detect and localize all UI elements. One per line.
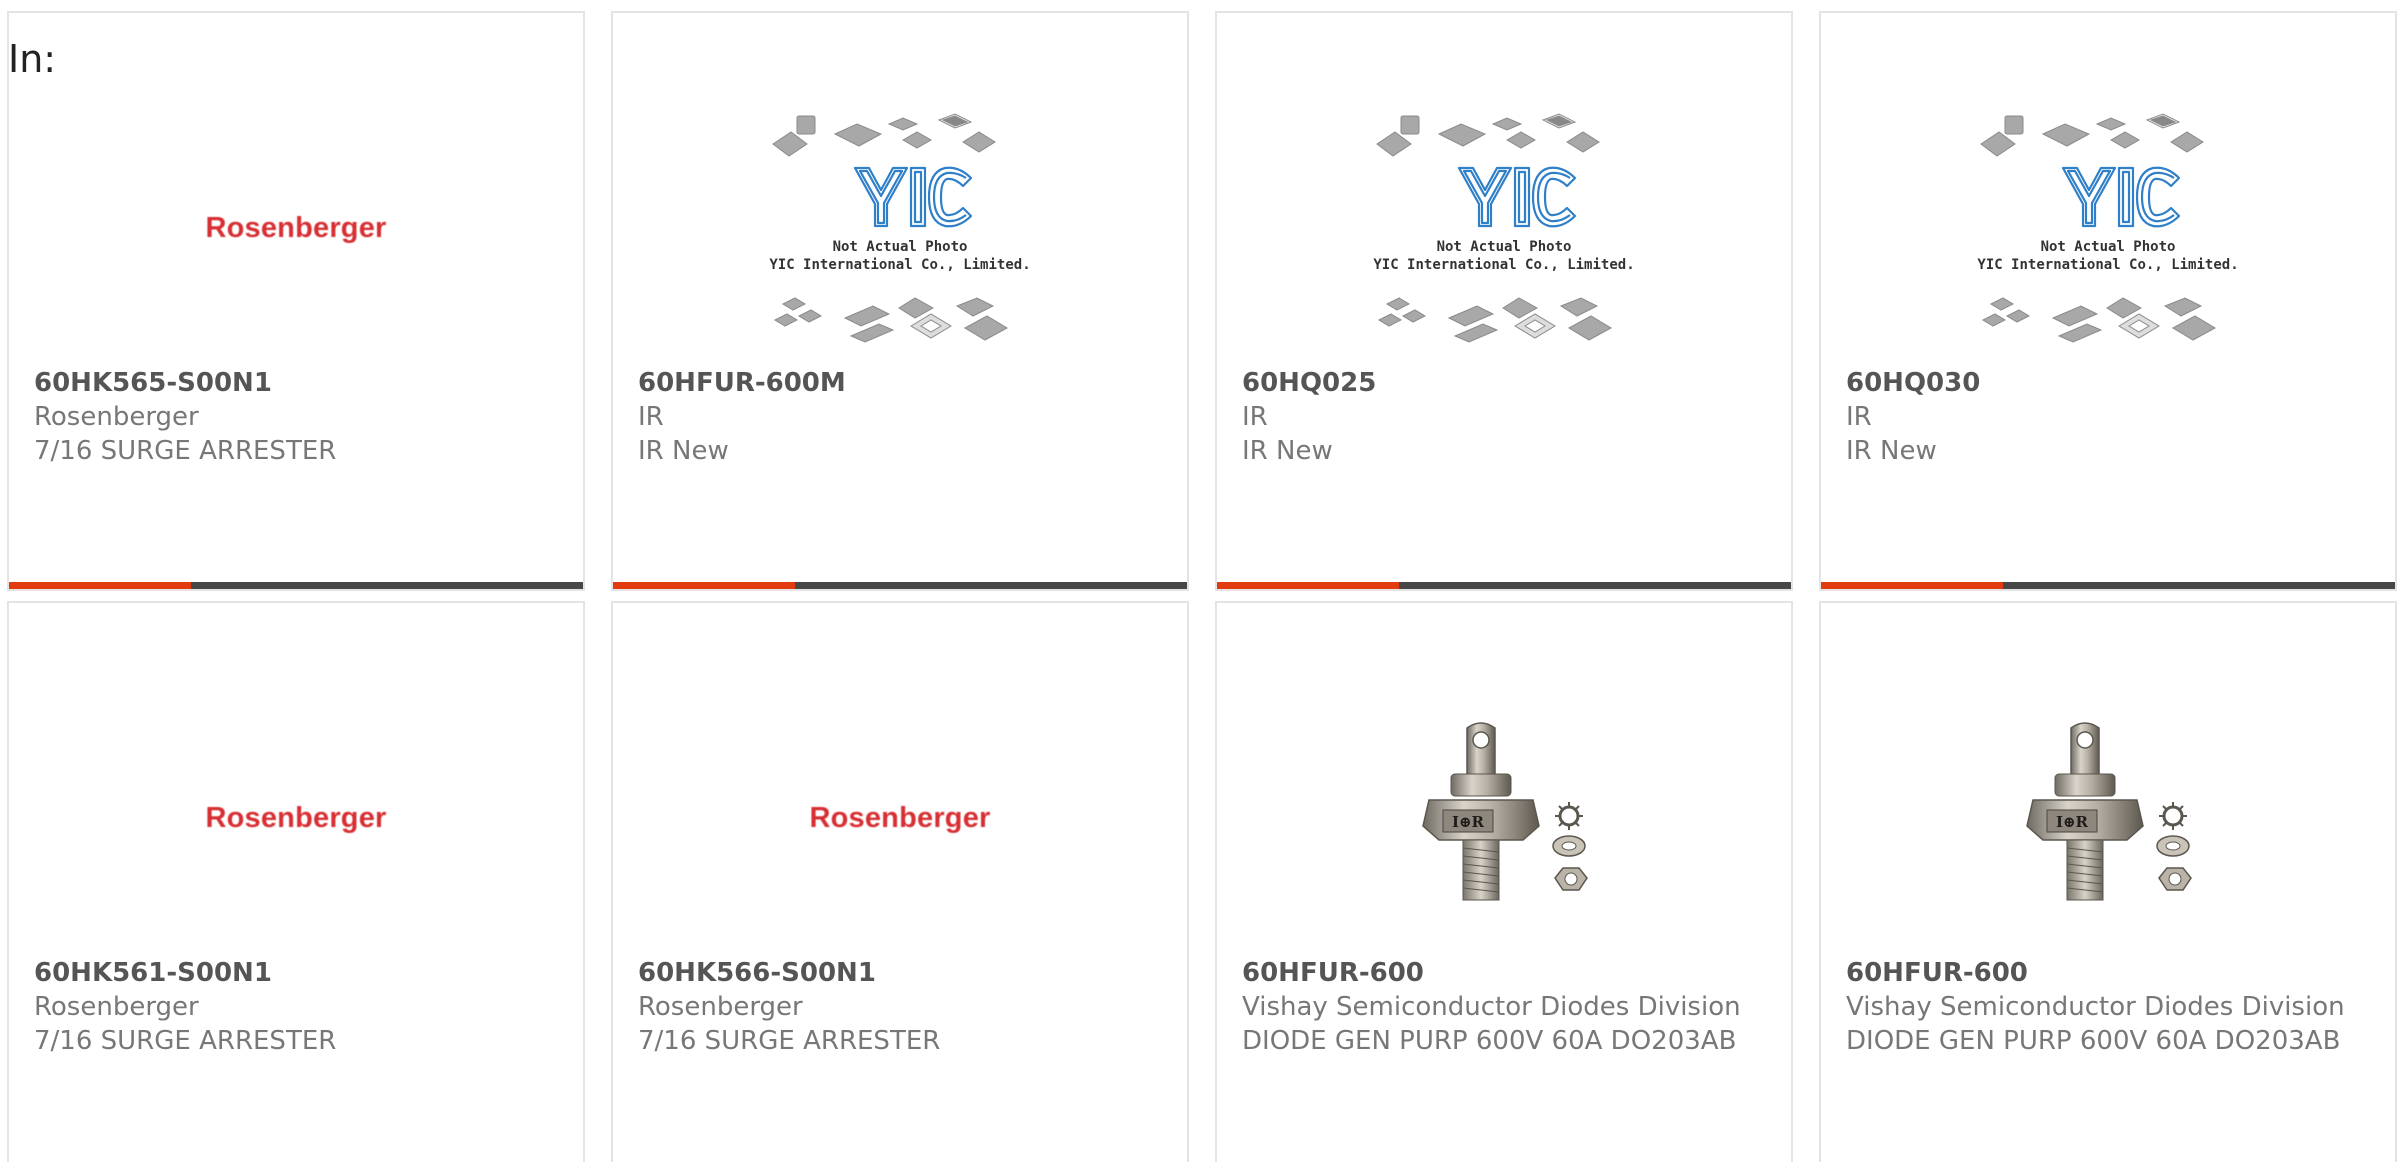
yic-not-actual-photo-icon: Not Actual Photo YIC International Co., … [1217, 93, 1791, 363]
card-accent-bar [613, 582, 1187, 589]
product-image: Rosenberger [9, 93, 583, 363]
product-card[interactable]: Not Actual Photo YIC International Co., … [611, 11, 1189, 591]
part-number[interactable]: 60HFUR-600 [1242, 956, 1766, 990]
product-info: 60HK565-S00N1 Rosenberger 7/16 SURGE ARR… [34, 366, 558, 468]
diode-marking: I⊕R [1452, 813, 1485, 831]
part-number[interactable]: 60HK561-S00N1 [34, 956, 558, 990]
product-card[interactable]: Rosenberger 60HK565-S00N1 Rosenberger 7/… [7, 11, 585, 591]
product-description: IR New [1242, 436, 1333, 466]
placeholder-line1: Not Actual Photo [2041, 239, 2176, 255]
manufacturer-name: Vishay Semiconductor Diodes Division [1846, 992, 2345, 1022]
product-description: 7/16 SURGE ARRESTER [638, 1026, 941, 1056]
product-info: 60HQ025 IR IR New [1242, 366, 1766, 468]
yic-not-actual-photo-icon: Not Actual Photo YIC International Co., … [1821, 93, 2395, 363]
product-card[interactable]: Rosenberger 60HK561-S00N1 Rosenberger 7/… [7, 601, 585, 1162]
product-description: IR New [638, 436, 729, 466]
placeholder-line2: YIC International Co., Limited. [769, 257, 1030, 273]
product-card[interactable]: Not Actual Photo YIC International Co., … [1215, 11, 1793, 591]
filter-label: In: [8, 37, 57, 81]
product-info: 60HK561-S00N1 Rosenberger 7/16 SURGE ARR… [34, 956, 558, 1058]
rosenberger-logo: Rosenberger [809, 801, 991, 834]
manufacturer-name: Rosenberger [638, 992, 803, 1022]
placeholder-line1: Not Actual Photo [1437, 239, 1572, 255]
product-image: Rosenberger [9, 683, 583, 953]
rosenberger-logo: Rosenberger [205, 801, 387, 834]
product-card[interactable]: I⊕R 60HFUR-600 Vishay Semiconductor Diod… [1819, 601, 2397, 1162]
card-accent-bar [9, 582, 583, 589]
product-card[interactable]: Not Actual Photo YIC International Co., … [1819, 11, 2397, 591]
product-description: 7/16 SURGE ARRESTER [34, 1026, 337, 1056]
product-info: 60HFUR-600M IR IR New [638, 366, 1162, 468]
product-info: 60HK566-S00N1 Rosenberger 7/16 SURGE ARR… [638, 956, 1162, 1058]
product-description: 7/16 SURGE ARRESTER [34, 436, 337, 466]
part-number[interactable]: 60HFUR-600M [638, 366, 1162, 400]
part-number[interactable]: 60HFUR-600 [1846, 956, 2370, 990]
manufacturer-name: IR [638, 402, 664, 432]
card-accent-bar [1217, 582, 1791, 589]
part-number[interactable]: 60HK566-S00N1 [638, 956, 1162, 990]
manufacturer-name: Rosenberger [34, 992, 199, 1022]
part-number[interactable]: 60HQ025 [1242, 366, 1766, 400]
part-number[interactable]: 60HQ030 [1846, 366, 2370, 400]
product-description: DIODE GEN PURP 600V 60A DO203AB [1846, 1026, 2341, 1056]
stud-diode-photo: I⊕R [1821, 683, 2395, 953]
manufacturer-name: IR [1242, 402, 1268, 432]
manufacturer-name: IR [1846, 402, 1872, 432]
product-info: 60HQ030 IR IR New [1846, 366, 2370, 468]
placeholder-line1: Not Actual Photo [833, 239, 968, 255]
product-grid-page: In: Rosenberger 60HK565-S00N1 Rosenberge… [0, 0, 2400, 1162]
yic-not-actual-photo-icon: Not Actual Photo YIC International Co., … [613, 93, 1187, 363]
diode-marking: I⊕R [2056, 813, 2089, 831]
placeholder-line2: YIC International Co., Limited. [1373, 257, 1634, 273]
product-description: DIODE GEN PURP 600V 60A DO203AB [1242, 1026, 1737, 1056]
manufacturer-name: Rosenberger [34, 402, 199, 432]
product-card[interactable]: Rosenberger 60HK566-S00N1 Rosenberger 7/… [611, 601, 1189, 1162]
rosenberger-logo: Rosenberger [205, 211, 387, 244]
product-info: 60HFUR-600 Vishay Semiconductor Diodes D… [1242, 956, 1766, 1058]
product-info: 60HFUR-600 Vishay Semiconductor Diodes D… [1846, 956, 2370, 1058]
part-number[interactable]: 60HK565-S00N1 [34, 366, 558, 400]
product-image: Rosenberger [613, 683, 1187, 953]
stud-diode-photo: I⊕R [1217, 683, 1791, 953]
manufacturer-name: Vishay Semiconductor Diodes Division [1242, 992, 1741, 1022]
product-description: IR New [1846, 436, 1937, 466]
product-card[interactable]: I⊕R 60HFUR-600 Vishay Semiconductor Diod… [1215, 601, 1793, 1162]
card-accent-bar [1821, 582, 2395, 589]
placeholder-line2: YIC International Co., Limited. [1977, 257, 2238, 273]
